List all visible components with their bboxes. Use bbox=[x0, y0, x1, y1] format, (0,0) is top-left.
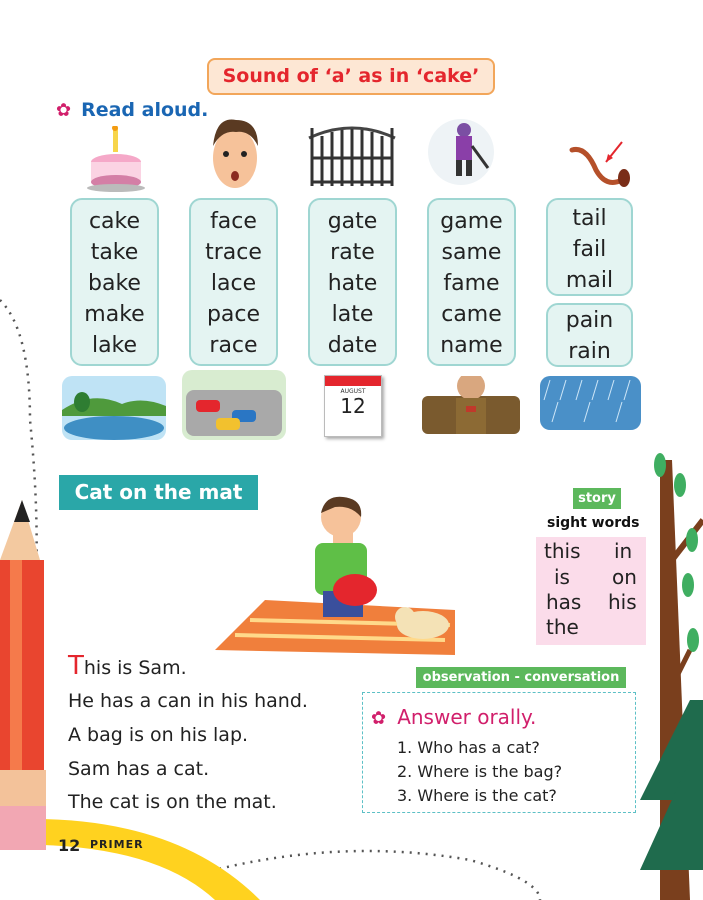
sight-word: his bbox=[608, 590, 637, 614]
word: gate bbox=[327, 209, 378, 234]
story-initial-letter: T bbox=[68, 651, 84, 681]
sight-word: has bbox=[546, 590, 582, 614]
word-box-1: cake take bake make lake bbox=[70, 198, 159, 366]
hockey-game-icon bbox=[428, 119, 494, 185]
cake-icon bbox=[87, 126, 145, 192]
word: pain bbox=[565, 308, 614, 333]
question-3: 3. Where is the cat? bbox=[397, 786, 557, 805]
story-line-4: Sam has a cat. bbox=[68, 758, 210, 780]
answer-heading-label: Answer orally. bbox=[397, 705, 537, 729]
sight-words-heading: sight words bbox=[547, 515, 640, 531]
word-box-4: game same fame came name bbox=[427, 198, 516, 366]
word: late bbox=[331, 302, 374, 327]
word-box-2: face trace lace pace race bbox=[189, 198, 278, 366]
word: rain bbox=[568, 339, 611, 364]
pencil-icon bbox=[0, 500, 46, 850]
word: rate bbox=[330, 240, 375, 265]
page-number: 12 bbox=[58, 836, 81, 855]
story-line-2: He has a can in his hand. bbox=[68, 690, 308, 712]
calendar-icon: AUGUST 12 bbox=[324, 375, 382, 437]
calendar-header bbox=[325, 376, 381, 386]
footer-label: PRIMER bbox=[90, 838, 144, 851]
sight-word: this bbox=[544, 539, 581, 563]
word: tail bbox=[572, 206, 607, 231]
word: name bbox=[440, 333, 503, 358]
word: hate bbox=[327, 271, 378, 296]
word: date bbox=[327, 333, 378, 358]
lake-icon bbox=[62, 376, 166, 440]
word: make bbox=[84, 302, 145, 327]
word: race bbox=[209, 333, 258, 358]
flower-icon: ✿ bbox=[371, 708, 387, 729]
page-title: Sound of ‘a’ as in ‘cake’ bbox=[207, 58, 495, 95]
word: lake bbox=[91, 333, 138, 358]
question-1: 1. Who has a cat? bbox=[397, 738, 540, 757]
sight-word: the bbox=[546, 615, 579, 639]
sight-word: on bbox=[612, 565, 637, 589]
answer-orally-box: ✿ Answer orally. 1. Who has a cat? 2. Wh… bbox=[362, 692, 636, 813]
calendar-day: 12 bbox=[340, 394, 366, 418]
word-box-5a: tail fail mail bbox=[546, 198, 633, 296]
sight-word: is bbox=[554, 565, 570, 589]
read-aloud-heading: ✿ Read aloud. bbox=[56, 99, 208, 121]
word: trace bbox=[205, 240, 262, 265]
story-line-rest: his is Sam. bbox=[83, 657, 187, 679]
word: bake bbox=[88, 271, 141, 296]
rain-icon bbox=[540, 376, 641, 430]
word-box-5b: pain rain bbox=[546, 303, 633, 367]
read-aloud-label: Read aloud. bbox=[81, 99, 209, 121]
word: face bbox=[210, 209, 257, 234]
word: take bbox=[90, 240, 139, 265]
word: same bbox=[441, 240, 502, 265]
word: game bbox=[440, 209, 503, 234]
sight-words-box: this in is on has his the bbox=[536, 537, 646, 645]
observation-conversation-tag: observation - conversation bbox=[416, 667, 626, 688]
story-line-5: The cat is on the mat. bbox=[68, 791, 277, 813]
story-line-1: This is Sam. bbox=[68, 651, 187, 681]
word: came bbox=[441, 302, 502, 327]
tree-icon bbox=[640, 453, 703, 900]
boy-with-cat-illustration bbox=[215, 496, 455, 655]
answer-heading: ✿ Answer orally. bbox=[371, 705, 536, 729]
race-icon bbox=[182, 370, 286, 440]
sight-word: in bbox=[614, 539, 633, 563]
question-2: 2. Where is the bag? bbox=[397, 762, 563, 781]
word: fame bbox=[443, 271, 500, 296]
word: mail bbox=[565, 268, 614, 293]
word: fail bbox=[572, 237, 607, 262]
tail-icon bbox=[569, 141, 630, 187]
flower-icon: ✿ bbox=[56, 100, 72, 121]
word: cake bbox=[88, 209, 141, 234]
word: lace bbox=[210, 271, 257, 296]
word: pace bbox=[206, 302, 261, 327]
gate-icon bbox=[308, 126, 396, 186]
story-tag: story bbox=[573, 488, 621, 509]
story-line-3: A bag is on his lap. bbox=[68, 724, 249, 746]
face-icon bbox=[213, 119, 258, 188]
officer-icon bbox=[422, 376, 520, 434]
word-box-3: gate rate hate late date bbox=[308, 198, 397, 366]
